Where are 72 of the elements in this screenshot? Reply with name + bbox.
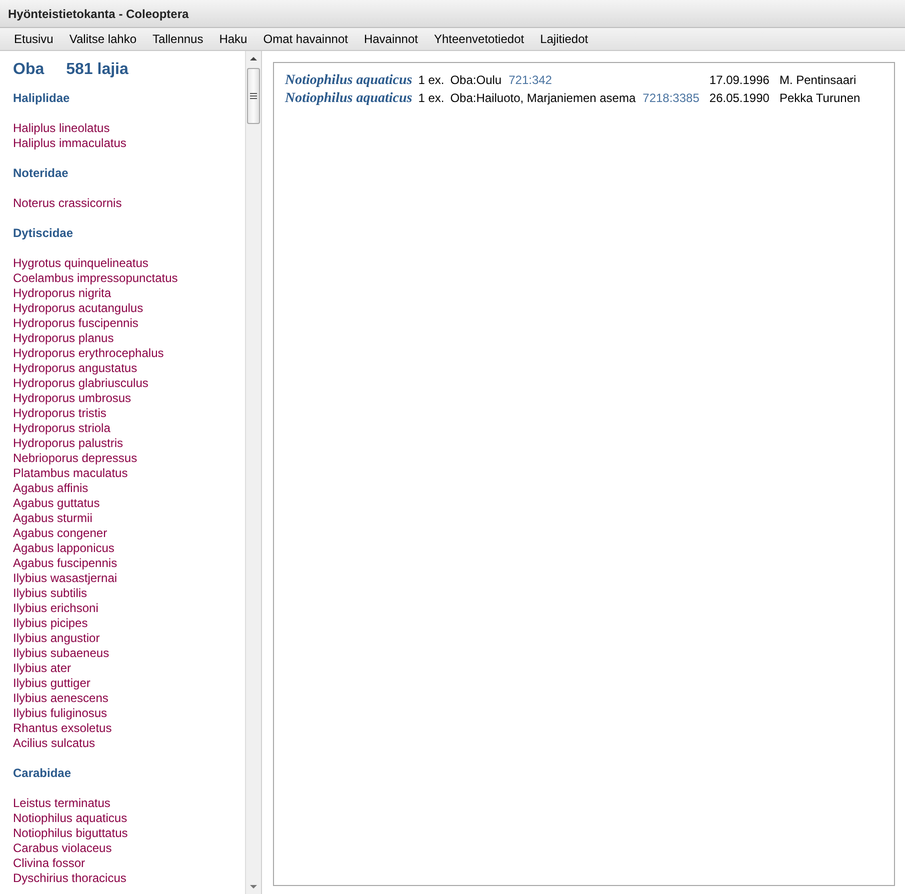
species-link[interactable]: Ilybius angustior xyxy=(13,631,245,646)
species-link[interactable]: Hydroporus angustatus xyxy=(13,361,245,376)
species-name: Notiophilus aquaticus xyxy=(285,91,412,106)
species-link[interactable]: Haliplus immaculatus xyxy=(13,136,245,151)
locality: Oba:Hailuoto, Marjaniemen asema xyxy=(450,91,636,105)
species-link[interactable]: Clivina fossor xyxy=(13,856,245,871)
species-link[interactable]: Hydroporus fuscipennis xyxy=(13,316,245,331)
grip-icon xyxy=(250,93,257,99)
area-name: Oba xyxy=(13,61,44,79)
species-link[interactable]: Coelambus impressopunctatus xyxy=(13,271,245,286)
specimen-count: 1 ex. xyxy=(418,91,444,105)
species-link[interactable]: Hygrotus quinquelineatus xyxy=(13,256,245,271)
species-link[interactable]: Carabus violaceus xyxy=(13,841,245,856)
species-link[interactable]: Ilybius aenescens xyxy=(13,691,245,706)
species-link[interactable]: Ilybius erichsoni xyxy=(13,601,245,616)
menu-item[interactable]: Havainnot xyxy=(356,32,426,46)
species-link[interactable]: Leistus terminatus xyxy=(13,796,245,811)
species-link[interactable]: Noterus crassicornis xyxy=(13,196,245,211)
species-link[interactable]: Ilybius picipes xyxy=(13,616,245,631)
species-link[interactable]: Hydroporus umbrosus xyxy=(13,391,245,406)
species-link[interactable]: Agabus fuscipennis xyxy=(13,556,245,571)
locality: Oba:Oulu xyxy=(450,73,502,87)
species-link[interactable]: Hydroporus palustris xyxy=(13,436,245,451)
species-link[interactable]: Ilybius fuliginosus xyxy=(13,706,245,721)
species-link[interactable]: Notiophilus biguttatus xyxy=(13,826,245,841)
species-link[interactable]: Agabus guttatus xyxy=(13,496,245,511)
scroll-thumb[interactable] xyxy=(247,68,260,124)
species-link[interactable]: Hydroporus tristis xyxy=(13,406,245,421)
menu-item[interactable]: Omat havainnot xyxy=(255,32,356,46)
grid-coordinates: 7218:3385 xyxy=(642,91,700,105)
species-link[interactable]: Hydroporus acutangulus xyxy=(13,301,245,316)
specimen-count: 1 ex. xyxy=(418,73,444,87)
species-link[interactable]: Platambus maculatus xyxy=(13,466,245,481)
species-link[interactable]: Hydroporus striola xyxy=(13,421,245,436)
species-link[interactable]: Notiophilus aquaticus xyxy=(13,811,245,826)
observer-name: Pekka Turunen xyxy=(779,91,860,105)
species-link[interactable]: Dyschirius thoracicus xyxy=(13,871,245,886)
species-link[interactable]: Nebrioporus depressus xyxy=(13,451,245,466)
menu-item[interactable]: Yhteenvetotiedot xyxy=(426,32,532,46)
grid-coordinates: 721:342 xyxy=(508,73,552,87)
menu-item[interactable]: Etusivu xyxy=(6,32,62,46)
species-count: 581 lajia xyxy=(66,61,128,79)
species-link[interactable]: Agabus lapponicus xyxy=(13,541,245,556)
family-heading: Dytiscidae xyxy=(13,226,74,241)
family-heading: Carabidae xyxy=(13,766,72,781)
observer-name: M. Pentinsaari xyxy=(779,73,856,87)
observation-date: 26.05.1990 xyxy=(709,91,770,105)
menu-item[interactable]: Tallennus xyxy=(144,32,212,46)
species-link[interactable]: Ilybius guttiger xyxy=(13,676,245,691)
species-link[interactable]: Agabus affinis xyxy=(13,481,245,496)
species-link[interactable]: Ilybius wasastjernai xyxy=(13,571,245,586)
family-heading: Noteridae xyxy=(13,166,70,181)
species-link[interactable]: Hydroporus erythrocephalus xyxy=(13,346,245,361)
species-link[interactable]: Hydroporus planus xyxy=(13,331,245,346)
menu-item[interactable]: Lajitiedot xyxy=(532,32,596,46)
species-link[interactable]: Hydroporus nigrita xyxy=(13,286,245,301)
species-link[interactable]: Ilybius ater xyxy=(13,661,245,676)
species-link[interactable]: Agabus sturmii xyxy=(13,511,245,526)
species-link[interactable]: Agabus congener xyxy=(13,526,245,541)
species-link[interactable]: Hydroporus glabriusculus xyxy=(13,376,245,391)
species-link[interactable]: Ilybius subtilis xyxy=(13,586,245,601)
menu-item[interactable]: Haku xyxy=(211,32,256,46)
species-link[interactable]: Haliplus lineolatus xyxy=(13,121,245,136)
window-title: Hyönteistietokanta - Coleoptera xyxy=(0,0,905,28)
menu-item[interactable]: Valitse lahko xyxy=(61,32,145,46)
scrollbar[interactable] xyxy=(245,51,261,894)
family-heading: Haliplidae xyxy=(13,91,71,106)
species-link[interactable]: Ilybius subaeneus xyxy=(13,646,245,661)
observation-date: 17.09.1996 xyxy=(709,73,770,87)
species-link[interactable]: Rhantus exsoletus xyxy=(13,721,245,736)
species-name: Notiophilus aquaticus xyxy=(285,73,412,88)
species-link[interactable]: Acilius sulcatus xyxy=(13,736,245,751)
